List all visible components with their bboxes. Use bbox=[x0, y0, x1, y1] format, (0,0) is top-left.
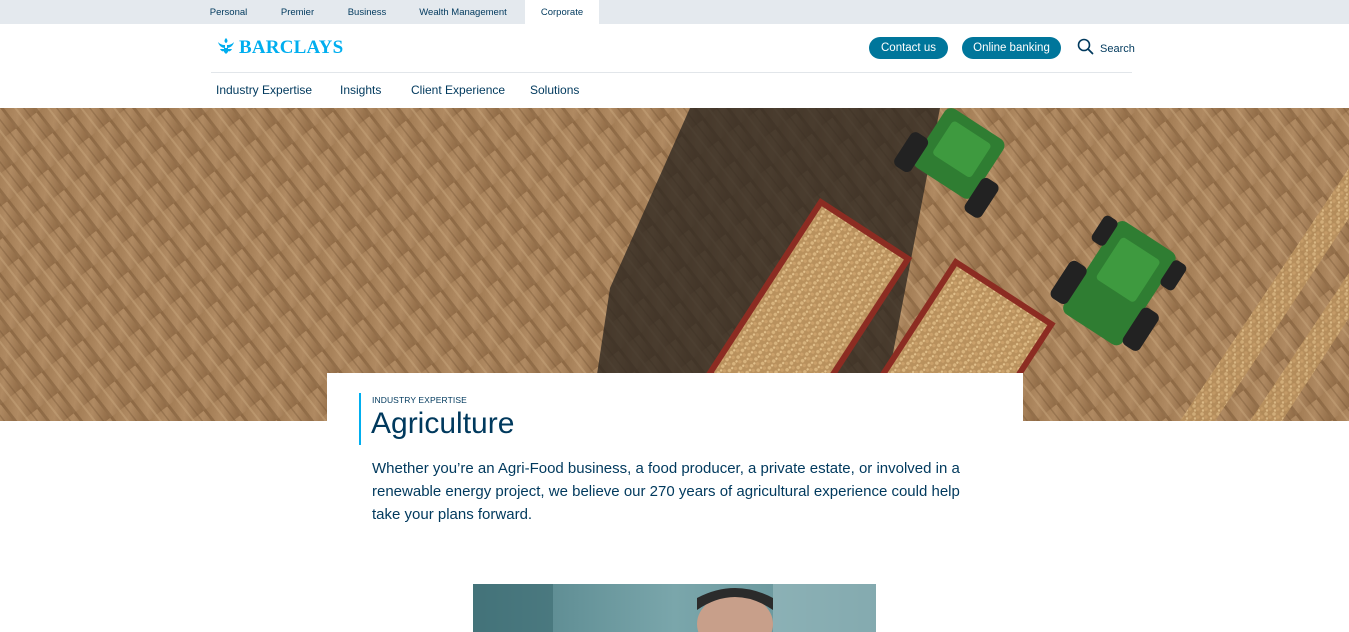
portrait-image bbox=[473, 584, 876, 632]
brand-name: BARCLAYS bbox=[239, 37, 344, 58]
segment-tab-corporate[interactable]: Corporate bbox=[525, 0, 599, 24]
page-title: Agriculture bbox=[371, 407, 515, 440]
nav-item-industry-expertise[interactable]: Industry Expertise bbox=[216, 83, 312, 97]
header-divider bbox=[211, 72, 1132, 73]
barclays-logo[interactable]: BARCLAYS bbox=[216, 36, 344, 61]
online-banking-button[interactable]: Online banking bbox=[962, 37, 1061, 59]
segment-bar: Personal Premier Business Wealth Managem… bbox=[0, 0, 1349, 24]
nav-item-client-experience[interactable]: Client Experience bbox=[411, 83, 505, 97]
segment-tab-personal[interactable]: Personal bbox=[197, 0, 260, 24]
eyebrow-label: INDUSTRY EXPERTISE bbox=[372, 395, 467, 405]
accent-bar bbox=[359, 393, 361, 445]
nav-item-insights[interactable]: Insights bbox=[340, 83, 381, 97]
site-header: BARCLAYS Contact us Online banking Searc… bbox=[0, 24, 1349, 108]
intro-paragraph: Whether you’re an Agri-Food business, a … bbox=[372, 460, 960, 523]
hero-content-card: INDUSTRY EXPERTISE Agriculture Whether y… bbox=[327, 373, 1023, 543]
search-icon bbox=[1077, 38, 1094, 60]
segment-tab-wealth-management[interactable]: Wealth Management bbox=[405, 0, 521, 24]
eagle-icon bbox=[216, 36, 236, 61]
segment-tab-business[interactable]: Business bbox=[334, 0, 400, 24]
contact-us-button[interactable]: Contact us bbox=[869, 37, 948, 59]
search-button[interactable]: Search bbox=[1077, 38, 1135, 60]
search-label: Search bbox=[1100, 43, 1135, 55]
segment-tab-premier[interactable]: Premier bbox=[266, 0, 329, 24]
nav-item-solutions[interactable]: Solutions bbox=[530, 83, 579, 97]
